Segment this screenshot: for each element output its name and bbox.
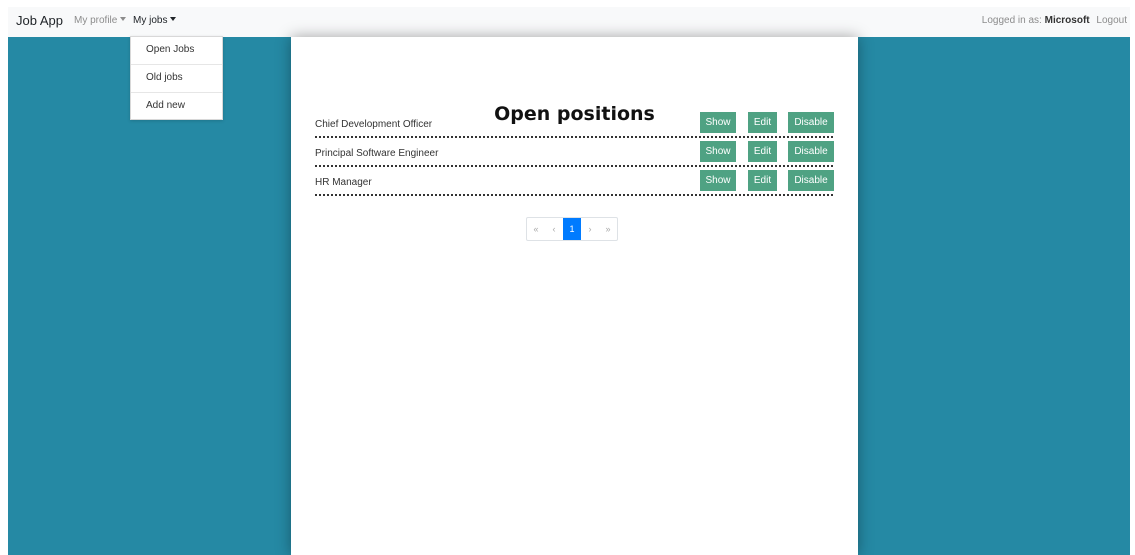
dropdown-item-add-new[interactable]: Add new: [131, 93, 222, 121]
navbar: Job App My profile My jobs Logged in as:…: [8, 7, 1130, 37]
last-page-button[interactable]: »: [599, 218, 617, 240]
current-page-button[interactable]: 1: [563, 218, 581, 240]
edit-button[interactable]: Edit: [748, 170, 777, 191]
prev-page-button[interactable]: ‹: [545, 218, 563, 240]
username: Microsoft: [1044, 15, 1090, 26]
job-row: HR Manager Show Edit Disable: [315, 169, 834, 196]
my-profile-menu[interactable]: My profile: [74, 15, 127, 26]
logout-link[interactable]: Logout: [1096, 15, 1127, 26]
dropdown-item-old-jobs[interactable]: Old jobs: [131, 65, 222, 93]
logged-in-label: Logged in as:: [981, 15, 1042, 26]
caret-down-icon: [170, 17, 177, 21]
my-profile-label: My profile: [74, 15, 118, 26]
job-row: Principal Software Engineer Show Edit Di…: [315, 140, 834, 167]
user-status: Logged in as: Microsoft Logout: [982, 15, 1127, 26]
next-page-button[interactable]: ›: [581, 218, 599, 240]
disable-button[interactable]: Disable: [788, 112, 834, 133]
caret-down-icon: [120, 17, 127, 21]
show-button[interactable]: Show: [700, 141, 736, 162]
show-button[interactable]: Show: [700, 112, 736, 133]
my-jobs-menu[interactable]: My jobs: [133, 15, 177, 26]
job-name: Principal Software Engineer: [315, 148, 439, 159]
edit-button[interactable]: Edit: [748, 141, 777, 162]
job-name: HR Manager: [315, 177, 372, 188]
job-row: Chief Development Officer Show Edit Disa…: [315, 111, 834, 138]
brand-link[interactable]: Job App: [16, 13, 63, 28]
disable-button[interactable]: Disable: [788, 141, 834, 162]
page: Job App My profile My jobs Logged in as:…: [0, 0, 1135, 555]
edit-button[interactable]: Edit: [748, 112, 777, 133]
first-page-button[interactable]: «: [527, 218, 545, 240]
show-button[interactable]: Show: [700, 170, 736, 191]
disable-button[interactable]: Disable: [788, 170, 834, 191]
my-jobs-dropdown: Open Jobs Old jobs Add new: [130, 36, 223, 120]
my-jobs-label: My jobs: [133, 15, 168, 26]
dropdown-item-open-jobs[interactable]: Open Jobs: [131, 37, 222, 65]
job-name: Chief Development Officer: [315, 119, 433, 130]
pagination: « ‹ 1 › »: [526, 217, 618, 241]
